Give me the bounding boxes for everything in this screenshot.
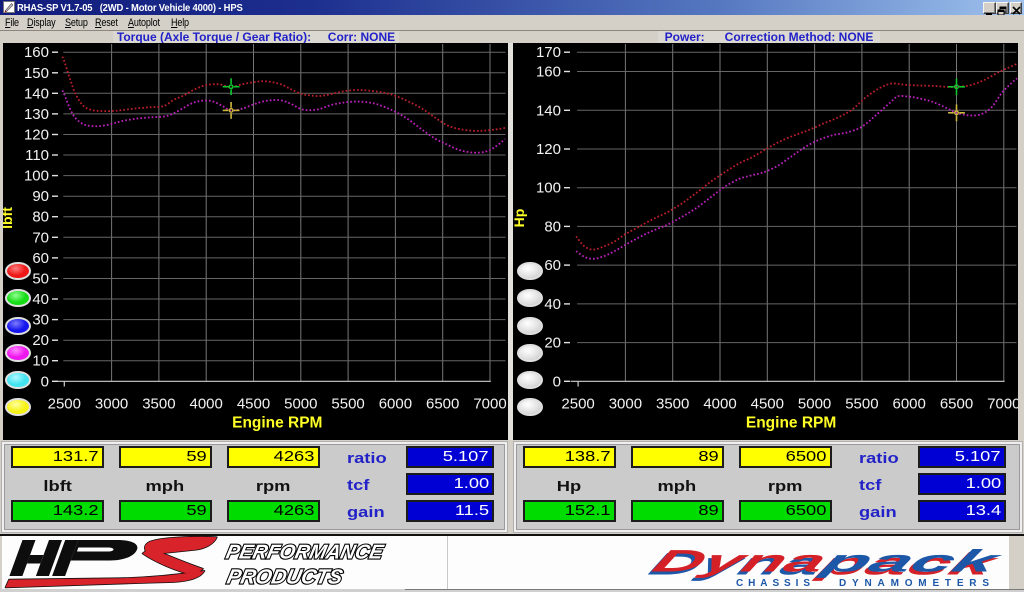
svg-text:4500: 4500 [237,395,270,412]
svg-text:5500: 5500 [331,395,364,412]
svg-text:pack: pack [814,544,1008,578]
svg-text:160: 160 [24,44,49,61]
svg-text:40: 40 [32,291,49,308]
svg-text:5000: 5000 [284,395,317,412]
svg-text:100: 100 [24,168,49,185]
svg-text:0: 0 [553,373,561,390]
svg-text:2500: 2500 [561,396,594,413]
svg-text:120: 120 [24,127,49,144]
svg-text:60: 60 [544,257,561,274]
svg-text:20: 20 [32,332,49,349]
svg-text:40: 40 [544,296,561,313]
svg-text:20: 20 [544,335,561,352]
svg-text:80: 80 [32,209,49,226]
svg-text:130: 130 [24,106,49,123]
svg-text:160: 160 [536,64,561,81]
svg-text:Engine RPM: Engine RPM [232,414,322,431]
svg-text:PRODUCTS: PRODUCTS [225,566,345,589]
svg-text:150: 150 [24,65,49,82]
svg-text:2500: 2500 [48,395,81,412]
svg-text:3000: 3000 [95,395,128,412]
svg-text:6000: 6000 [893,396,926,413]
svg-text:60: 60 [32,250,49,267]
svg-text:6500: 6500 [426,395,459,412]
svg-text:4000: 4000 [703,396,736,413]
svg-text:3000: 3000 [609,396,642,413]
svg-text:140: 140 [24,85,49,102]
svg-text:10: 10 [32,353,49,370]
svg-text:7000: 7000 [987,396,1018,413]
svg-text:110: 110 [25,147,49,164]
svg-text:5000: 5000 [798,396,831,413]
svg-text:4000: 4000 [190,395,223,412]
svg-text:70: 70 [32,229,49,246]
svg-text:100: 100 [536,180,561,197]
svg-text:PERFORMANCE: PERFORMANCE [224,542,386,564]
svg-text:3500: 3500 [142,395,175,412]
svg-text:Dyna: Dyna [647,543,833,578]
svg-text:140: 140 [536,102,561,119]
svg-text:6000: 6000 [379,395,412,412]
svg-text:lbft: lbft [3,207,15,229]
svg-text:Hp: Hp [513,209,527,228]
svg-text:4500: 4500 [751,396,784,413]
svg-text:120: 120 [536,141,561,158]
svg-text:0: 0 [41,373,49,390]
svg-text:50: 50 [32,270,49,287]
svg-text:170: 170 [536,44,561,61]
svg-text:80: 80 [544,218,561,235]
svg-text:30: 30 [32,312,49,329]
svg-text:90: 90 [32,188,49,205]
svg-text:5500: 5500 [845,396,878,413]
svg-text:6500: 6500 [940,396,973,413]
svg-text:3500: 3500 [656,396,689,413]
svg-text:7000: 7000 [473,395,506,412]
svg-text:Engine RPM: Engine RPM [746,415,836,432]
